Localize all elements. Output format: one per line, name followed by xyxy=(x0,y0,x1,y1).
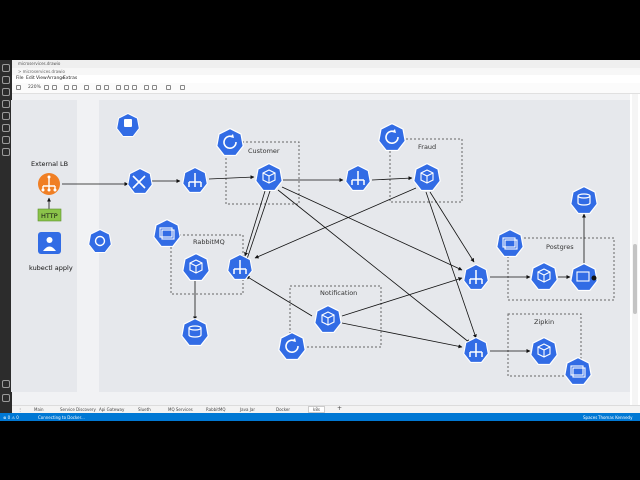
zipkin-statefulset-icon[interactable] xyxy=(564,357,592,385)
fraud-service-icon[interactable] xyxy=(345,165,371,191)
notification-label: Notification xyxy=(320,289,357,297)
kubectl-label: kubectl apply xyxy=(29,264,73,272)
external-lb-label: External LB xyxy=(31,160,68,168)
rabbitmq-volume-icon[interactable] xyxy=(181,318,209,346)
customer-pod-icon[interactable] xyxy=(255,163,283,191)
rabbitmq-label: RabbitMQ xyxy=(193,238,225,246)
postgres-statefulset-icon[interactable] xyxy=(496,229,524,257)
zipkin-label: Zipkin xyxy=(534,318,554,326)
fraud-deployment-icon[interactable] xyxy=(378,123,406,151)
rabbitmq-service-icon[interactable] xyxy=(227,254,253,280)
postgres-pod-icon[interactable] xyxy=(530,262,558,290)
fraud-pod-icon[interactable] xyxy=(413,163,441,191)
fraud-label: Fraud xyxy=(418,143,436,151)
zipkin-service-icon[interactable] xyxy=(463,337,489,363)
kubectl-user-icon[interactable] xyxy=(38,232,61,254)
postgres-volume-icon[interactable] xyxy=(570,186,598,214)
rabbitmq-pod-icon[interactable] xyxy=(182,253,210,281)
namespace-icon[interactable] xyxy=(88,229,112,253)
ingress-icon[interactable] xyxy=(127,168,153,194)
customer-label: Customer xyxy=(248,147,280,155)
gateway-service-icon[interactable] xyxy=(182,167,208,193)
postgres-label: Postgres xyxy=(546,243,574,251)
notification-pod-icon[interactable] xyxy=(314,305,342,333)
http-badge[interactable]: HTTP xyxy=(37,208,62,222)
customer-deployment-icon[interactable] xyxy=(216,128,244,156)
architecture-diagram[interactable]: External LB HTTP kubectl apply Customer … xyxy=(0,60,640,421)
k8s-control-plane-icon[interactable] xyxy=(116,113,140,137)
notification-deployment-icon[interactable] xyxy=(278,332,306,360)
rabbitmq-statefulset-icon[interactable] xyxy=(153,219,181,247)
postgres-selected-node-icon[interactable] xyxy=(570,263,598,291)
load-balancer-icon[interactable] xyxy=(38,173,60,195)
postgres-service-icon[interactable] xyxy=(463,264,489,290)
http-label: HTTP xyxy=(41,212,58,220)
zipkin-pod-icon[interactable] xyxy=(530,337,558,365)
